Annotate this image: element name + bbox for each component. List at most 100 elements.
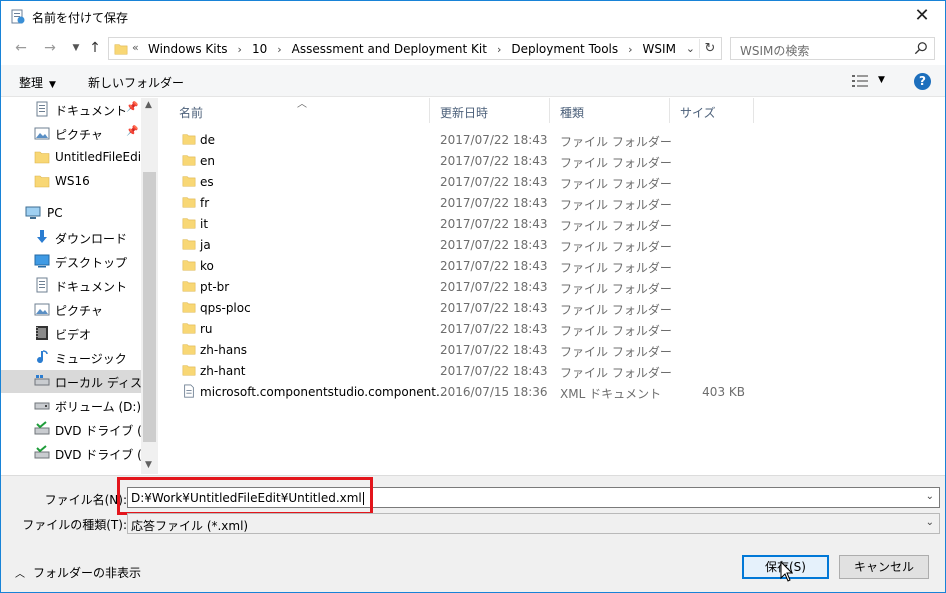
pin-icon[interactable]: 📌 bbox=[126, 126, 138, 137]
sidebar-item-music[interactable]: ミュージック bbox=[1, 346, 141, 369]
scroll-up-icon[interactable]: ▲ bbox=[145, 100, 152, 110]
file-row[interactable]: ja 2017/07/22 18:43 ファイル フォルダー bbox=[169, 234, 769, 255]
address-dropdown-icon[interactable]: ⌄ bbox=[686, 42, 695, 55]
file-name: qps-ploc bbox=[200, 301, 251, 315]
address-overflow-chevron[interactable]: « bbox=[132, 41, 139, 54]
column-header-type[interactable]: 種類 bbox=[550, 98, 670, 123]
file-row[interactable]: zh-hans 2017/07/22 18:43 ファイル フォルダー bbox=[169, 339, 769, 360]
pictures-icon bbox=[34, 303, 50, 316]
chevron-right-icon[interactable]: › bbox=[238, 43, 242, 56]
breadcrumb-item[interactable]: Deployment Tools bbox=[511, 42, 618, 56]
file-type: ファイル フォルダー bbox=[560, 156, 672, 170]
file-name: microsoft.componentstudio.component... bbox=[200, 385, 448, 399]
help-icon[interactable]: ? bbox=[914, 73, 931, 90]
chevron-right-icon[interactable]: › bbox=[497, 43, 501, 56]
file-row[interactable]: qps-ploc 2017/07/22 18:43 ファイル フォルダー bbox=[169, 297, 769, 318]
breadcrumb-item[interactable]: WSIM bbox=[643, 42, 676, 56]
sidebar-item-volume-d[interactable]: ボリューム (D:) bbox=[1, 394, 141, 417]
sidebar-item-label: ミュージック bbox=[55, 352, 127, 366]
chevron-down-icon[interactable]: ⌄ bbox=[926, 517, 934, 528]
sidebar-item-desktop[interactable]: デスクトップ bbox=[1, 250, 141, 273]
sidebar-item-documents[interactable]: ドキュメント 📌 bbox=[1, 98, 141, 121]
search-placeholder[interactable]: WSIMの検索 bbox=[740, 42, 809, 59]
breadcrumb-item[interactable]: 10 bbox=[252, 42, 267, 56]
column-header-name[interactable]: 名前 bbox=[169, 98, 430, 123]
navigation-pane: ドキュメント 📌 ピクチャ 📌 UntitledFileEdit WS16 PC… bbox=[1, 98, 158, 474]
file-type: ファイル フォルダー bbox=[560, 219, 672, 233]
folder-icon bbox=[34, 151, 50, 164]
file-row[interactable]: zh-hant 2017/07/22 18:43 ファイル フォルダー bbox=[169, 360, 769, 381]
filename-input[interactable]: D:¥Work¥UntitledFileEdit¥Untitled.xml ⌄ bbox=[127, 487, 940, 508]
sidebar-item-label: ビデオ bbox=[55, 328, 92, 342]
pin-icon[interactable]: 📌 bbox=[126, 102, 138, 113]
hide-folders-toggle[interactable]: ︿ フォルダーの非表示 bbox=[15, 564, 141, 581]
file-type: ファイル フォルダー bbox=[560, 177, 672, 191]
music-icon bbox=[37, 350, 48, 364]
recent-locations-chevron-icon[interactable]: ▼ bbox=[67, 39, 85, 57]
download-icon bbox=[37, 230, 47, 243]
close-button[interactable]: ✕ bbox=[899, 1, 945, 32]
sidebar-item-documents-pc[interactable]: ドキュメント bbox=[1, 274, 141, 297]
refresh-icon[interactable]: ↻ bbox=[699, 39, 720, 58]
sidebar-item-untitledfileedit[interactable]: UntitledFileEdit bbox=[1, 146, 141, 169]
file-row[interactable]: en 2017/07/22 18:43 ファイル フォルダー bbox=[169, 150, 769, 171]
file-list: ︿ 名前 更新日時 種類 サイズ de 2017/07/22 18:43 ファイ… bbox=[169, 98, 945, 474]
forward-arrow-icon[interactable]: → bbox=[41, 39, 59, 57]
file-row[interactable]: microsoft.componentstudio.component... 2… bbox=[169, 381, 769, 402]
sidebar-item-dvd-e[interactable]: DVD ドライブ (E:) S bbox=[1, 418, 141, 441]
file-date: 2017/07/22 18:43 bbox=[440, 301, 548, 315]
up-arrow-icon[interactable]: ↑ bbox=[86, 39, 104, 57]
organize-menu[interactable]: 整理 ▼ bbox=[19, 74, 56, 91]
file-row[interactable]: it 2017/07/22 18:43 ファイル フォルダー bbox=[169, 213, 769, 234]
file-row[interactable]: ko 2017/07/22 18:43 ファイル フォルダー bbox=[169, 255, 769, 276]
sidebar-item-dvd-f[interactable]: DVD ドライブ (F:) S bbox=[1, 442, 141, 465]
sidebar-item-label: UntitledFileEdit bbox=[55, 150, 141, 164]
column-header-size[interactable]: サイズ bbox=[670, 98, 754, 123]
address-bar[interactable]: « Windows Kits › 10 › Assessment and Dep… bbox=[108, 37, 722, 60]
file-row[interactable]: pt-br 2017/07/22 18:43 ファイル フォルダー bbox=[169, 276, 769, 297]
file-type: ファイル フォルダー bbox=[560, 135, 672, 149]
organize-label: 整理 bbox=[19, 76, 44, 90]
sidebar-item-label: DVD ドライブ (F:) S bbox=[55, 448, 141, 462]
breadcrumb-item[interactable]: Assessment and Deployment Kit bbox=[292, 42, 487, 56]
back-arrow-icon[interactable]: ← bbox=[12, 39, 30, 57]
file-name: es bbox=[200, 175, 214, 189]
search-box[interactable]: WSIMの検索 bbox=[730, 37, 935, 60]
file-row[interactable]: fr 2017/07/22 18:43 ファイル フォルダー bbox=[169, 192, 769, 213]
scrollbar-thumb[interactable] bbox=[143, 172, 156, 442]
folder-icon bbox=[182, 260, 196, 271]
folder-icon bbox=[182, 197, 196, 208]
video-icon bbox=[36, 326, 48, 340]
sidebar-item-pc[interactable]: PC bbox=[1, 202, 141, 225]
new-folder-button[interactable]: 新しいフォルダー bbox=[88, 74, 184, 91]
filetype-select[interactable]: 応答ファイル (*.xml) ⌄ bbox=[127, 513, 940, 534]
sidebar-item-ws16[interactable]: WS16 bbox=[1, 170, 141, 193]
chevron-down-icon[interactable]: ⌄ bbox=[926, 491, 934, 502]
sidebar-item-downloads[interactable]: ダウンロード bbox=[1, 226, 141, 249]
sidebar-item-pictures[interactable]: ピクチャ 📌 bbox=[1, 122, 141, 145]
file-row[interactable]: es 2017/07/22 18:43 ファイル フォルダー bbox=[169, 171, 769, 192]
navigation-scrollbar[interactable]: ▲ ▼ bbox=[141, 98, 158, 474]
view-details-icon[interactable] bbox=[852, 74, 868, 88]
sidebar-item-label: ドキュメント bbox=[55, 104, 128, 118]
file-row[interactable]: de 2017/07/22 18:43 ファイル フォルダー bbox=[169, 129, 769, 150]
sidebar-item-local-disk-c[interactable]: ローカル ディスク (C bbox=[1, 370, 141, 393]
file-date: 2017/07/22 18:43 bbox=[440, 364, 548, 378]
column-header-date[interactable]: 更新日時 bbox=[430, 98, 550, 123]
folder-icon bbox=[182, 302, 196, 313]
sidebar-item-videos[interactable]: ビデオ bbox=[1, 322, 141, 345]
sidebar-item-label: ドキュメント bbox=[55, 280, 128, 294]
file-row[interactable]: ru 2017/07/22 18:43 ファイル フォルダー bbox=[169, 318, 769, 339]
scroll-down-icon[interactable]: ▼ bbox=[145, 460, 152, 470]
chevron-right-icon[interactable]: › bbox=[628, 43, 632, 56]
breadcrumb-item[interactable]: Windows Kits bbox=[148, 42, 228, 56]
chevron-right-icon[interactable]: › bbox=[277, 43, 281, 56]
view-options-caret-icon[interactable]: ▼ bbox=[878, 75, 885, 85]
cancel-button[interactable]: キャンセル bbox=[839, 555, 929, 579]
sidebar-item-label: ピクチャ bbox=[55, 304, 103, 318]
search-icon[interactable] bbox=[914, 41, 928, 55]
sidebar-item-pictures-pc[interactable]: ピクチャ bbox=[1, 298, 141, 321]
chevron-up-icon: ︿ bbox=[15, 569, 25, 580]
filetype-label: ファイルの種類(T): bbox=[22, 518, 127, 532]
folder-icon bbox=[182, 218, 196, 229]
